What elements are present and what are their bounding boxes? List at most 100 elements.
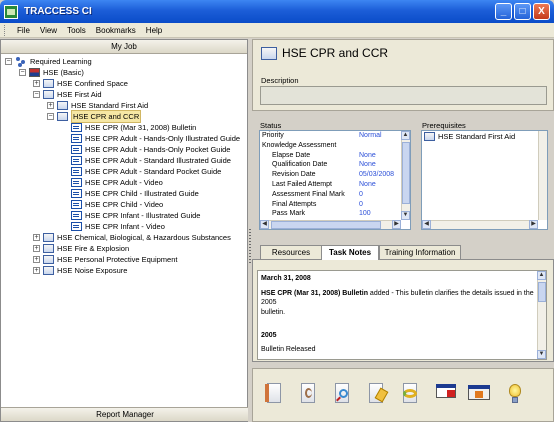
my-job-header[interactable]: My Job: [1, 40, 247, 54]
prerequisite-label: HSE Standard First Aid: [438, 132, 516, 141]
collapse-icon[interactable]: −: [19, 69, 26, 76]
tree-node[interactable]: HSE CPR Child - Illustrated Guide: [1, 188, 247, 199]
scroll-right-icon[interactable]: ▶: [529, 220, 538, 229]
notes-vertical-scrollbar[interactable]: ▲ ▼: [537, 271, 546, 359]
tab-training-information[interactable]: Training Information: [379, 245, 461, 259]
tree-node[interactable]: − Required Learning: [1, 56, 247, 67]
tab-resources[interactable]: Resources: [260, 245, 322, 259]
prerequisite-item[interactable]: HSE Standard First Aid: [422, 131, 547, 142]
status-value: None: [359, 180, 376, 188]
scroll-down-icon[interactable]: ▼: [537, 350, 546, 359]
status-key: Pass Mark: [272, 210, 306, 218]
minimize-button[interactable]: _: [495, 3, 512, 20]
menu-file[interactable]: File: [12, 26, 35, 35]
status-vertical-scrollbar[interactable]: ▲ ▼: [401, 131, 410, 220]
tree-node[interactable]: HSE CPR (Mar 31, 2008) Bulletin: [1, 122, 247, 133]
prereq-vertical-scrollbar[interactable]: [538, 131, 547, 220]
tree-node[interactable]: + HSE Confined Space: [1, 78, 247, 89]
presentation-icon[interactable]: [433, 381, 457, 407]
tree-node[interactable]: − HSE First Aid: [1, 89, 247, 100]
scroll-up-icon[interactable]: ▲: [401, 131, 410, 140]
scroll-left-icon[interactable]: ◀: [422, 220, 431, 229]
report-manager-header[interactable]: Report Manager: [1, 407, 249, 421]
detail-panel: HSE CPR and CCR Description Status Prior…: [252, 39, 554, 422]
menu-grip: [4, 24, 6, 36]
tree-node[interactable]: HSE CPR Adult - Standard Pocket Guide: [1, 166, 247, 177]
status-label: Status: [260, 121, 282, 130]
scroll-thumb[interactable]: [402, 142, 410, 204]
prerequisites-list: HSE Standard First Aid ◀ ▶: [421, 130, 548, 230]
course-icon: [43, 233, 54, 242]
course-icon: [43, 266, 54, 275]
maximize-button[interactable]: □: [514, 3, 531, 20]
tree-node[interactable]: HSE CPR Adult - Standard Illustrated Gui…: [1, 155, 247, 166]
expand-icon[interactable]: +: [33, 80, 40, 87]
scroll-thumb[interactable]: [271, 221, 381, 229]
lightbulb-icon[interactable]: [503, 381, 527, 407]
tree-node[interactable]: − HSE CPR and CCR: [1, 110, 247, 123]
course-icon: [261, 46, 277, 60]
tree-node[interactable]: − HSE (Basic): [1, 67, 247, 78]
task-notes-viewer[interactable]: March 31, 2008 HSE CPR (Mar 31, 2008) Bu…: [257, 270, 547, 360]
menu-bookmarks[interactable]: Bookmarks: [91, 26, 141, 35]
tab-task-notes[interactable]: Task Notes: [321, 245, 379, 260]
expand-icon[interactable]: +: [33, 234, 40, 241]
scroll-thumb[interactable]: [538, 282, 546, 302]
tree-node[interactable]: HSE CPR Adult - Hands-Only Illustrated G…: [1, 133, 247, 144]
collapse-icon[interactable]: −: [33, 91, 40, 98]
tree-node[interactable]: HSE CPR Child - Video: [1, 199, 247, 210]
window-title: TRACCESS CI: [24, 6, 92, 17]
document-icon: [71, 167, 82, 176]
note-released: Bulletin Released: [261, 345, 316, 353]
video-icon[interactable]: [467, 381, 491, 407]
menu-help[interactable]: Help: [141, 26, 167, 35]
expand-icon[interactable]: +: [47, 102, 54, 109]
status-row: Assessment Final Mark 0: [262, 190, 410, 200]
status-row: Revision Date 05/03/2008: [262, 170, 410, 180]
note-date: March 31, 2008: [261, 275, 311, 282]
checklist-icon[interactable]: [365, 381, 389, 407]
tree-node[interactable]: HSE CPR Adult - Hands-Only Pocket Guide: [1, 144, 247, 155]
tree-node-label: HSE CPR Adult - Hands-Only Pocket Guide: [85, 145, 231, 154]
collapse-icon[interactable]: −: [47, 113, 54, 120]
tree-node[interactable]: HSE CPR Infant - Illustrated Guide: [1, 210, 247, 221]
status-grid: Priority Normal Knowledge Assessment Elapse…: [259, 130, 411, 230]
close-button[interactable]: X: [533, 3, 550, 20]
refresh-icon[interactable]: [399, 381, 423, 407]
scroll-up-icon[interactable]: ▲: [537, 271, 546, 280]
task-notes-pane: March 31, 2008 HSE CPR (Mar 31, 2008) Bu…: [252, 259, 554, 362]
menu-tools[interactable]: Tools: [62, 26, 91, 35]
people-icon: [15, 57, 27, 66]
tree-node-label: HSE Confined Space: [57, 79, 128, 88]
document-icon[interactable]: [263, 381, 287, 407]
tree-node[interactable]: + HSE Fire & Explosion: [1, 243, 247, 254]
collapse-icon[interactable]: −: [5, 58, 12, 65]
scroll-down-icon[interactable]: ▼: [401, 211, 410, 220]
document-icon: [71, 211, 82, 220]
resource-toolbar: [252, 368, 554, 422]
expand-icon[interactable]: +: [33, 267, 40, 274]
tree-node[interactable]: + HSE Personal Protective Equipment: [1, 254, 247, 265]
status-key: Last Failed Attempt: [272, 180, 332, 188]
status-key: Elapse Date: [272, 151, 311, 159]
my-job-panel: My Job − Required Learning − HSE (Basic) + HS…: [0, 39, 249, 422]
tree-node-label: HSE CPR Child - Illustrated Guide: [85, 189, 199, 198]
prereq-horizontal-scrollbar[interactable]: ◀ ▶: [422, 220, 538, 229]
expand-icon[interactable]: +: [33, 256, 40, 263]
course-icon: [43, 244, 54, 253]
ear-icon[interactable]: [297, 381, 321, 407]
tree-node[interactable]: + HSE Noise Exposure: [1, 265, 247, 276]
status-horizontal-scrollbar[interactable]: ◀ ▶: [260, 220, 401, 229]
magnifier-icon[interactable]: [331, 381, 355, 407]
tree-node[interactable]: + HSE Chemical, Biological, & Hazardous S…: [1, 232, 247, 243]
menu-view[interactable]: View: [35, 26, 62, 35]
status-row: Elapse Date None: [262, 151, 410, 161]
tree-node[interactable]: HSE CPR Adult - Video: [1, 177, 247, 188]
expand-icon[interactable]: +: [33, 245, 40, 252]
status-value: 100: [359, 210, 371, 218]
scroll-left-icon[interactable]: ◀: [260, 220, 269, 229]
course-header: HSE CPR and CCR Description: [252, 39, 554, 111]
description-field: [260, 86, 547, 105]
tree-node[interactable]: HSE CPR Infant - Video: [1, 221, 247, 232]
scroll-right-icon[interactable]: ▶: [392, 220, 401, 229]
